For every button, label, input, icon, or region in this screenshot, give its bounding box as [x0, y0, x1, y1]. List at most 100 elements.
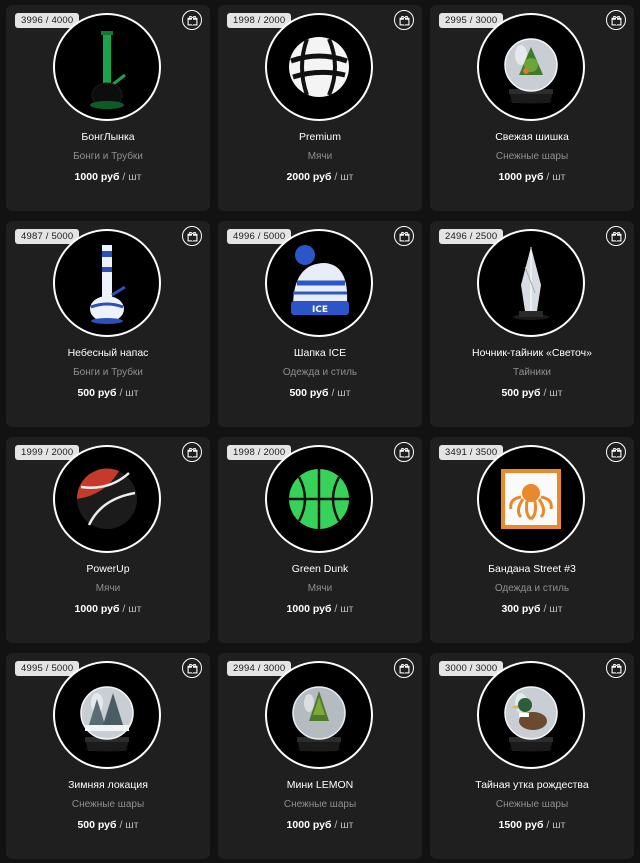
- product-title[interactable]: Тайная утка рождества: [430, 779, 634, 791]
- product-title[interactable]: Свежая шишка: [430, 131, 634, 143]
- product-card[interactable]: 2995 / 3000 Свежая шишка Снежные шары 1000 …: [430, 5, 634, 211]
- product-image[interactable]: [477, 445, 585, 553]
- product-price: 1000 руб / шт: [430, 171, 634, 183]
- product-price: 500 руб / шт: [6, 387, 210, 399]
- blue-white-bong-icon: [90, 245, 126, 324]
- price-unit: / шт: [546, 819, 566, 831]
- product-image[interactable]: [53, 445, 161, 553]
- price-unit: / шт: [543, 603, 563, 615]
- product-category: Мячи: [95, 583, 121, 594]
- green-basketball-icon: [289, 469, 349, 529]
- product-price: 500 руб / шт: [218, 387, 422, 399]
- price-unit: / шт: [334, 171, 354, 183]
- white-black-ball-icon: [289, 37, 349, 97]
- price-unit: / шт: [546, 171, 566, 183]
- price-value: 500 руб: [77, 819, 117, 831]
- gift-icon[interactable]: [606, 442, 626, 462]
- product-title[interactable]: Green Dunk: [218, 563, 422, 575]
- product-price: 1000 руб / шт: [6, 603, 210, 615]
- product-card[interactable]: 4987 / 5000 Небесный напас Бонги и Трубки 5…: [6, 221, 210, 427]
- price-unit: / шт: [119, 819, 139, 831]
- price-unit: / шт: [331, 387, 351, 399]
- product-image[interactable]: [265, 13, 373, 121]
- gift-icon[interactable]: [394, 10, 414, 30]
- product-title[interactable]: Premium: [218, 131, 422, 143]
- gift-icon[interactable]: [394, 442, 414, 462]
- product-price: 500 руб / шт: [6, 819, 210, 831]
- gift-icon[interactable]: [606, 226, 626, 246]
- product-grid: 3996 / 4000 БонгЛынка Бонги и Трубки 1000 р…: [0, 0, 640, 863]
- red-black-ball-icon: [76, 468, 137, 529]
- crystal-lamp-icon: [513, 247, 549, 320]
- price-unit: / шт: [122, 171, 142, 183]
- product-price: 300 руб / шт: [430, 603, 634, 615]
- product-price: 1000 руб / шт: [218, 819, 422, 831]
- product-image[interactable]: ICE: [265, 229, 373, 337]
- price-unit: / шт: [122, 603, 142, 615]
- product-card[interactable]: 2496 / 2500 Ночник-тайник «Светоч» Тайники…: [430, 221, 634, 427]
- product-title[interactable]: Бандана Street #3: [430, 563, 634, 575]
- gift-icon[interactable]: [394, 226, 414, 246]
- price-unit: / шт: [119, 387, 139, 399]
- price-value: 1000 руб: [286, 819, 332, 831]
- product-category: Мячи: [307, 583, 333, 594]
- product-image[interactable]: [265, 661, 373, 769]
- price-unit: / шт: [334, 819, 354, 831]
- snow-globe-cone-icon: [504, 38, 558, 104]
- product-title[interactable]: PowerUp: [6, 563, 210, 575]
- price-value: 2000 руб: [286, 171, 332, 183]
- product-card[interactable]: 3000 / 3000 Тайная утка рождества Снежные …: [430, 653, 634, 859]
- price-unit: / шт: [543, 387, 563, 399]
- product-price: 1500 руб / шт: [430, 819, 634, 831]
- gift-icon[interactable]: [606, 10, 626, 30]
- gift-icon[interactable]: [394, 658, 414, 678]
- product-image[interactable]: [53, 13, 161, 121]
- product-image[interactable]: [477, 229, 585, 337]
- product-price: 2000 руб / шт: [218, 171, 422, 183]
- product-category: Бонги и Трубки: [73, 367, 143, 378]
- product-card[interactable]: 3491 / 3500 Бандана Street #3 Одежда и сти…: [430, 437, 634, 643]
- product-category: Мячи: [307, 151, 333, 162]
- product-category: Тайники: [513, 367, 551, 378]
- price-value: 500 руб: [501, 387, 541, 399]
- product-image[interactable]: [53, 661, 161, 769]
- price-unit: / шт: [334, 603, 354, 615]
- gift-icon[interactable]: [182, 442, 202, 462]
- snow-globe-plant-icon: [292, 686, 346, 752]
- product-card[interactable]: 4995 / 5000 Зимняя локация Снежные шары 500…: [6, 653, 210, 859]
- product-image[interactable]: [477, 661, 585, 769]
- product-card[interactable]: 1999 / 2000 PowerUp Мячи 1000 руб / шт: [6, 437, 210, 643]
- product-category: Снежные шары: [495, 799, 569, 810]
- gift-icon[interactable]: [606, 658, 626, 678]
- product-title[interactable]: Зимняя локация: [6, 779, 210, 791]
- gift-icon[interactable]: [182, 226, 202, 246]
- product-price: 1000 руб / шт: [218, 603, 422, 615]
- product-title[interactable]: Шапка ICE: [218, 347, 422, 359]
- product-card[interactable]: 1998 / 2000 Premium Мячи 2000 руб / шт: [218, 5, 422, 211]
- product-category: Одежда и стиль: [494, 583, 570, 594]
- snow-globe-trees-icon: [80, 686, 134, 752]
- product-category: Снежные шары: [283, 799, 357, 810]
- price-value: 1500 руб: [498, 819, 544, 831]
- product-title[interactable]: Ночник-тайник «Светоч»: [430, 347, 634, 359]
- product-title[interactable]: Мини LEMON: [218, 779, 422, 791]
- product-image[interactable]: [53, 229, 161, 337]
- price-value: 1000 руб: [74, 171, 120, 183]
- price-value: 1000 руб: [74, 603, 120, 615]
- octopus-bandana-icon: [501, 469, 561, 529]
- product-image[interactable]: [477, 13, 585, 121]
- product-card[interactable]: 4996 / 5000 ICE Шапка ICE Одежда и стиль 500…: [218, 221, 422, 427]
- snow-globe-duck-icon: [504, 686, 558, 752]
- product-card[interactable]: 2994 / 3000 Мини LEMON Снежные шары 1000 ру…: [218, 653, 422, 859]
- gift-icon[interactable]: [182, 10, 202, 30]
- price-value: 1000 руб: [498, 171, 544, 183]
- product-image[interactable]: [265, 445, 373, 553]
- green-glass-bong-icon: [90, 31, 126, 109]
- product-title[interactable]: Небесный напас: [6, 347, 210, 359]
- product-price: 500 руб / шт: [430, 387, 634, 399]
- product-card[interactable]: 1998 / 2000 Green Dunk Мячи 1000 руб / шт: [218, 437, 422, 643]
- product-title[interactable]: БонгЛынка: [6, 131, 210, 143]
- product-card[interactable]: 3996 / 4000 БонгЛынка Бонги и Трубки 1000 р…: [6, 5, 210, 211]
- gift-icon[interactable]: [182, 658, 202, 678]
- price-value: 300 руб: [501, 603, 541, 615]
